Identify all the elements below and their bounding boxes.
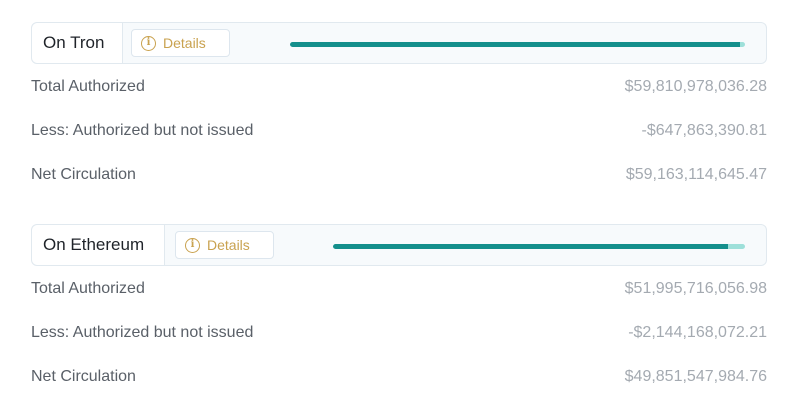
row-authorized-not-issued: Less: Authorized but not issued -$647,86…	[31, 109, 767, 153]
row-net-circulation: Net Circulation $59,163,114,645.47	[31, 153, 767, 197]
row-label: Total Authorized	[31, 280, 145, 297]
row-value: -$2,144,168,072.21	[628, 324, 767, 341]
info-icon: i	[141, 35, 156, 51]
row-value: $49,851,547,984.76	[624, 368, 767, 385]
issued-progress-bar	[333, 244, 745, 249]
network-header-tron: On Tron i Details	[31, 22, 767, 64]
row-value: $51,995,716,056.98	[624, 280, 767, 297]
network-name: On Ethereum	[32, 225, 165, 265]
row-label: Less: Authorized but not issued	[31, 122, 254, 139]
row-value: -$647,863,390.81	[641, 122, 767, 139]
issued-progress-fill	[290, 42, 740, 47]
details-button[interactable]: i Details	[175, 231, 274, 259]
row-label: Total Authorized	[31, 78, 145, 95]
issued-progress-fill	[333, 244, 729, 249]
row-value: $59,163,114,645.47	[625, 166, 767, 183]
details-label: Details	[163, 35, 206, 51]
supply-breakdown: On Tron i Details Total Authorized $59,8…	[0, 0, 800, 409]
row-label: Net Circulation	[31, 166, 136, 183]
row-total-authorized: Total Authorized $59,810,978,036.28	[31, 65, 767, 109]
network-rows: Total Authorized $59,810,978,036.28 Less…	[31, 65, 767, 197]
network-section-ethereum: On Ethereum i Details Total Authorized $…	[31, 224, 767, 399]
row-net-circulation: Net Circulation $49,851,547,984.76	[31, 355, 767, 399]
network-header-ethereum: On Ethereum i Details	[31, 224, 767, 266]
issued-progress-bar	[290, 42, 745, 47]
network-rows: Total Authorized $51,995,716,056.98 Less…	[31, 267, 767, 399]
row-label: Less: Authorized but not issued	[31, 324, 254, 341]
row-total-authorized: Total Authorized $51,995,716,056.98	[31, 267, 767, 311]
details-button[interactable]: i Details	[131, 29, 230, 57]
network-name: On Tron	[32, 23, 123, 63]
row-label: Net Circulation	[31, 368, 136, 385]
row-authorized-not-issued: Less: Authorized but not issued -$2,144,…	[31, 311, 767, 355]
details-label: Details	[207, 237, 250, 253]
info-icon: i	[185, 237, 200, 253]
network-section-tron: On Tron i Details Total Authorized $59,8…	[31, 22, 767, 197]
row-value: $59,810,978,036.28	[624, 78, 767, 95]
